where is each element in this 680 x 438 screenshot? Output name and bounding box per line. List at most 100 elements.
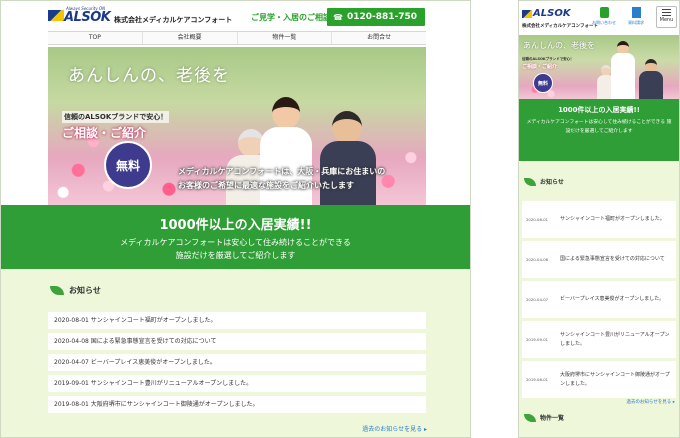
hamburger-icon (662, 9, 671, 16)
news-date: 2019-09-01 (54, 380, 89, 387)
achievement-headline: 1000件以上の入居実績!! (558, 106, 640, 114)
hero-title: あんしんの、老後を (523, 41, 595, 50)
desktop-header: Always Security ON ALSOK 株式会社メディカルケアコンフォ… (1, 1, 470, 29)
news-text: 国による緊急事態宣言を受けての対応について (560, 256, 665, 262)
phone-button[interactable]: ☎ 0120-881-750 (327, 8, 425, 26)
news-list: 2020-08-01 サンシャインコート福町がオープンしました。 2020-04… (48, 312, 426, 417)
news-section: お知らせ 2020-08-01 サンシャインコート福町がオープンしました。 20… (1, 269, 470, 437)
news-item[interactable]: 2019-08-01 大阪府堺市にサンシャインコート御陵通がオープンしました。 (522, 361, 676, 398)
news-item[interactable]: 2020-04-08 国による緊急事態宣言を受けての対応について (522, 241, 676, 278)
hero-brand-line: 信頼のALSOKブランドで安心！ (522, 57, 574, 61)
news-title: お知らせ (540, 179, 564, 186)
hero-brand-line: 信頼のALSOKブランドで安心！ (62, 111, 170, 123)
desktop-preview: Always Security ON ALSOK 株式会社メディカルケアコンフォ… (0, 0, 471, 438)
news-item[interactable]: 2020-04-07 ビーバープレイス恵美俊がオープンしました。 (522, 281, 676, 318)
news-item[interactable]: 2020-04-07 ビーバープレイス恵美俊がオープンしました。 (48, 354, 426, 371)
document-icon (631, 7, 641, 18)
leaf-icon (50, 286, 64, 295)
news-item[interactable]: 2019-09-01 サンシャインコート豊川がリニューアルオープンしました。 (48, 375, 426, 392)
achievement-sub-line-2: 施設だけを厳選してご紹介します (175, 251, 296, 260)
nav-item-company[interactable]: 会社概要 (143, 32, 238, 44)
menu-button[interactable]: Menu (656, 6, 677, 28)
nav-item-top[interactable]: TOP (48, 32, 143, 44)
news-heading: お知らせ (50, 285, 101, 296)
mobile-news-section: お知らせ 2020-08-01 サンシャインコート福町がオープンしました。 202… (519, 161, 679, 437)
achievement-sub-line-1: メディカルケアコンフォートは安心して住み続けることができる (120, 238, 351, 247)
menu-label: Menu (659, 17, 674, 23)
news-heading: お知らせ (524, 177, 564, 186)
news-date: 2019-08-01 (526, 377, 549, 382)
phone-icon (599, 7, 609, 18)
alsok-logo[interactable]: ALSOK (64, 10, 111, 25)
phone-number: 0120-881-750 (346, 12, 418, 22)
mobile-contact-button[interactable]: お問い合わせ (591, 7, 617, 26)
news-more-label: 過去のお知らせを見る (626, 400, 672, 405)
free-badge: 無料 (104, 141, 152, 189)
news-item[interactable]: 2020-04-08 国による緊急事態宣言を受けての対応について (48, 333, 426, 350)
hero-copy-line-2: お客様のご希望に最適な施設をご紹介いたします (178, 181, 354, 190)
news-date: 2020-08-01 (526, 217, 549, 222)
news-title: お知らせ (69, 286, 101, 295)
news-text: サンシャインコート豊川がリニューアルオープンしました。 (90, 380, 253, 387)
mobile-achievement-banner: 1000件以上の入居実績!! メディカルケアコンフォートは安心して住み続けること… (519, 99, 679, 161)
consult-label: ご見学・入居のご相談 (251, 13, 331, 22)
mobile-preview: ALSOK 株式会社メディカルケアコンフォート お問い合わせ 資料請求 Menu… (518, 0, 680, 438)
phone-icon: ☎ (333, 12, 343, 22)
properties-title: 物件一覧 (540, 415, 565, 422)
news-list: 2020-08-01 サンシャインコート福町がオープンしました。 2020-04-… (522, 201, 676, 401)
news-item[interactable]: 2020-08-01 サンシャインコート福町がオープンしました。 (48, 312, 426, 329)
page: Always Security ON ALSOK 株式会社メディカルケアコンフォ… (0, 0, 680, 438)
elderly-man-image (639, 59, 663, 99)
leaf-icon (524, 413, 536, 422)
achievement-headline: 1000件以上の入居実績!! (159, 218, 312, 233)
news-text: ビーバープレイス恵美俊がオープンしました。 (90, 359, 216, 366)
free-badge: 無料 (533, 73, 553, 93)
news-more-label: 過去のお知らせを見る (362, 426, 423, 433)
mobile-contact-label: お問い合わせ (592, 20, 616, 25)
mobile-header: ALSOK 株式会社メディカルケアコンフォート お問い合わせ 資料請求 Menu (519, 1, 679, 35)
leaf-icon (524, 177, 536, 186)
news-text: サンシャインコート豊川がリニューアルオープンしました。 (560, 331, 670, 347)
hero-banner: あんしんの、老後を 信頼のALSOKブランドで安心！ ご相談・ご紹介 無料 メデ… (48, 47, 426, 205)
hero-consult: ご相談・ご紹介 (522, 64, 558, 70)
hero-consult: ご相談・ご紹介 (62, 126, 147, 140)
news-text: ビーバープレイス恵美俊がオープンしました。 (560, 296, 665, 302)
mobile-docs-button[interactable]: 資料請求 (623, 7, 649, 26)
achievement-sub-line-1: メディカルケアコンフォートは安心して住み続けることができる (526, 120, 666, 125)
nav-item-contact[interactable]: お問合せ (332, 32, 426, 44)
news-date: 2020-08-01 (54, 317, 89, 324)
achievement-sub: メディカルケアコンフォートは安心して住み続けることができる 施設だけを厳選してご… (1, 236, 470, 262)
company-name: 株式会社メディカルケアコンフォート (114, 16, 233, 24)
news-text: サンシャインコート福町がオープンしました。 (560, 216, 665, 222)
news-item[interactable]: 2019-09-01 サンシャインコート豊川がリニューアルオープンしました。 (522, 321, 676, 358)
mobile-docs-label: 資料請求 (628, 20, 644, 25)
company-name: 株式会社メディカルケアコンフォート (522, 24, 599, 29)
news-text: 大阪府堺市にサンシャインコート御陵通がオープンしました。 (90, 401, 259, 408)
news-text: サンシャインコート福町がオープンしました。 (90, 317, 217, 324)
news-text: 国による緊急事態宣言を受けての対応について (90, 338, 217, 345)
mobile-hero-banner: あんしんの、老後を 信頼のALSOKブランドで安心！ ご相談・ご紹介 無料 (519, 35, 679, 99)
news-item[interactable]: 2019-08-01 大阪府堺市にサンシャインコート御陵通がオープンしました。 (48, 396, 426, 413)
news-date: 2020-04-08 (526, 257, 549, 262)
caregiver-image (611, 41, 635, 99)
hero-copy-line-1: メディカルケアコンフォートは、大阪・兵庫にお住まいの (178, 167, 386, 176)
hero-copy: メディカルケアコンフォートは、大阪・兵庫にお住まいの お客様のご希望に最適な施設… (178, 165, 385, 193)
news-date: 2020-04-07 (54, 359, 89, 366)
news-text: 大阪府堺市にサンシャインコート御陵通がオープンしました。 (560, 371, 670, 387)
main-nav: TOP 会社概要 物件一覧 お問合せ (48, 31, 426, 45)
hero-title: あんしんの、老後を (68, 66, 230, 86)
news-date: 2020-04-07 (526, 297, 549, 302)
news-date: 2019-09-01 (526, 337, 549, 342)
news-more-link[interactable]: 過去のお知らせを見る ▸ (362, 424, 427, 433)
news-item[interactable]: 2020-08-01 サンシャインコート福町がオープンしました。 (522, 201, 676, 238)
alsok-logo-icon (522, 10, 532, 18)
alsok-logo[interactable]: ALSOK (533, 8, 571, 19)
achievement-banner: 1000件以上の入居実績!! メディカルケアコンフォートは安心して住み続けること… (1, 205, 470, 269)
news-more-link[interactable]: 過去のお知らせを見る ▸ (626, 399, 675, 405)
achievement-sub: メディカルケアコンフォートは安心して住み続けることができる 施設だけを厳選してご… (519, 118, 679, 136)
nav-item-properties[interactable]: 物件一覧 (238, 32, 333, 44)
news-date: 2019-08-01 (54, 401, 89, 408)
properties-heading: 物件一覧 (524, 413, 564, 422)
news-date: 2020-04-08 (54, 338, 89, 345)
alsok-logo-icon (48, 10, 64, 21)
